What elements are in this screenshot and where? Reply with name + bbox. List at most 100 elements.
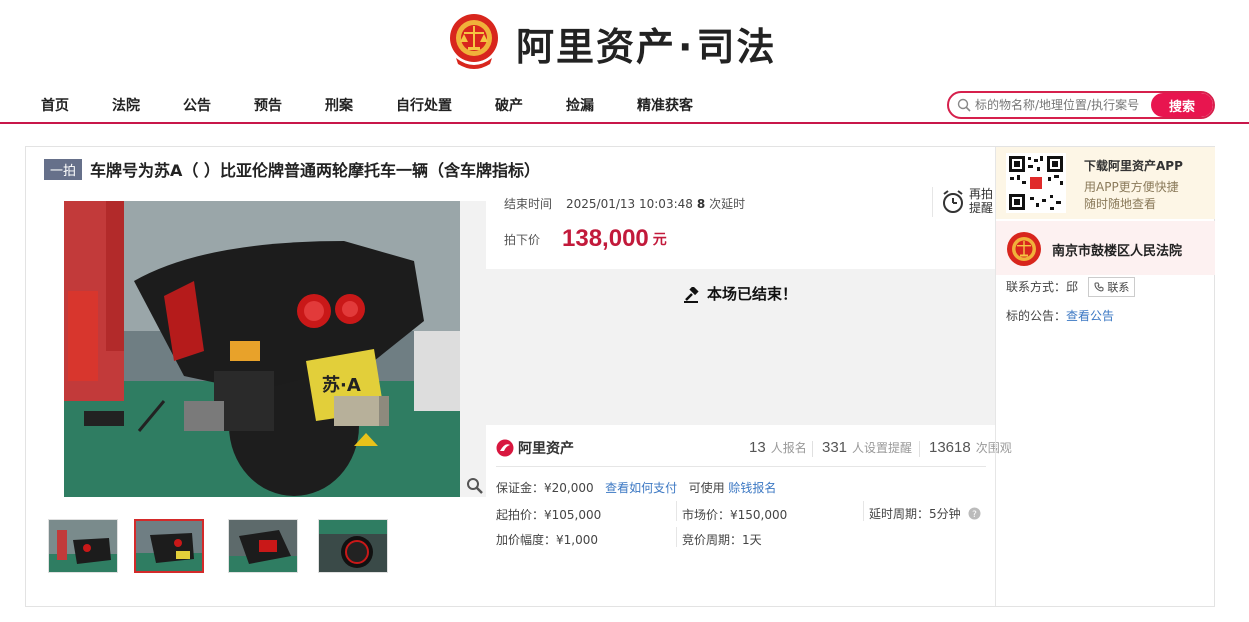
help-icon[interactable]: ? — [968, 507, 981, 520]
nav-item-bargains[interactable]: 捡漏 — [566, 95, 594, 115]
reauction-remind-button[interactable]: 再拍提醒 — [932, 187, 993, 217]
thumbnail-3[interactable] — [228, 519, 298, 573]
auction-info: 结束时间 2025/01/13 10:03:48 8 次延时 拍下价 138,000 元… — [484, 187, 996, 267]
how-to-pay-link[interactable]: 查看如何支付 — [605, 481, 677, 495]
thumbnail-2[interactable] — [134, 519, 204, 573]
court-info-box: 南京市鼓楼区人民法院 — [996, 221, 1215, 275]
logo-text-left: 阿里资产 — [516, 25, 677, 69]
app-download-desc: 用APP更方便快捷 随时随地查看 — [1084, 179, 1179, 213]
thumbnail-1[interactable] — [48, 519, 118, 573]
search-button[interactable]: 搜索 — [1151, 93, 1213, 117]
auction-title-row: 一拍 车牌号为苏A（ ）比亚伦牌普通两轮摩托车一辆（含车牌指标） — [44, 157, 540, 180]
qr-code-icon[interactable] — [1006, 153, 1066, 213]
auction-card: 一拍 车牌号为苏A（ ）比亚伦牌普通两轮摩托车一辆（含车牌指标） 苏·A 结束时… — [25, 146, 1215, 607]
bid-increment-label: 加价幅度： — [496, 533, 557, 547]
search-input[interactable] — [975, 95, 1149, 115]
start-price-value: ¥105,000 — [544, 508, 602, 522]
market-price-value: ¥150,000 — [730, 508, 788, 522]
contact-person: 邱 — [1066, 280, 1079, 294]
auction-title: 车牌号为苏A（ ）比亚伦牌普通两轮摩托车一辆（含车牌指标） — [90, 161, 540, 180]
right-sidebar: 下载阿里资产APP 用APP更方便快捷 随时随地查看 南京市鼓楼区人民法院 联系… — [995, 147, 1215, 606]
notice-label: 标的公告： — [1006, 309, 1067, 323]
view-count-value: 13618 — [929, 439, 971, 456]
notice-row: 标的公告：查看公告 — [1006, 307, 1114, 324]
final-price-row: 拍下价 138,000 元 — [504, 225, 667, 253]
deposit-row: 保证金：¥20,000 查看如何支付 可使用 赊钱报名 — [496, 479, 776, 496]
auction-round-tag: 一拍 — [44, 158, 83, 180]
delay-count: 8 — [696, 197, 706, 211]
usable-label: 可使用 — [688, 481, 725, 495]
nav-item-bankruptcy[interactable]: 破产 — [495, 95, 523, 115]
nav-item-previews[interactable]: 预告 — [254, 95, 282, 115]
detail-divider — [863, 501, 864, 521]
signup-count: 13 人报名 — [749, 439, 807, 456]
signup-count-unit: 人报名 — [770, 441, 807, 455]
start-price: 起拍价：¥105,000 — [496, 506, 601, 523]
detail-divider — [676, 501, 677, 521]
final-price-label: 拍下价 — [504, 232, 541, 247]
app-desc-line-2: 随时随地查看 — [1084, 197, 1157, 211]
app-download-box: 下载阿里资产APP 用APP更方便快捷 随时随地查看 — [996, 147, 1215, 219]
app-download-title: 下载阿里资产APP — [1084, 159, 1183, 173]
contact-label: 联系方式： — [1006, 280, 1067, 294]
auction-ended-message: 本场已结束！ — [484, 283, 996, 304]
auction-stats: 阿里资产 13 人报名 331 人设置提醒 13618 次围观 — [496, 435, 1012, 467]
contact-button[interactable]: 联系 — [1087, 277, 1136, 297]
bid-increment-value: ¥1,000 — [556, 533, 599, 547]
auction-ended-text: 本场已结束！ — [706, 285, 797, 303]
market-price-label: 市场价： — [682, 508, 731, 522]
zoom-icon[interactable] — [466, 477, 484, 495]
end-time-value: 2025/01/13 10:03:48 — [566, 197, 693, 211]
nav-item-criminal[interactable]: 刑案 — [325, 95, 353, 115]
end-time: 结束时间 2025/01/13 10:03:48 8 次延时 — [504, 195, 745, 212]
stat-divider — [919, 441, 920, 457]
price-unit: 元 — [652, 232, 667, 248]
site-logo-text: 阿里资产·司法 — [516, 16, 776, 71]
nav-item-precise-leads[interactable]: 精准获客 — [637, 95, 693, 115]
bid-cycle-label: 竞价周期： — [682, 533, 743, 547]
nav-item-courts[interactable]: 法院 — [112, 95, 140, 115]
start-price-label: 起拍价： — [496, 508, 545, 522]
market-price: 市场价：¥150,000 — [682, 506, 787, 523]
alarm-clock-icon — [943, 190, 963, 213]
license-plate-text: 苏·A — [322, 374, 361, 396]
reminder-count-value: 331 — [822, 439, 848, 456]
court-emblem-icon — [450, 14, 498, 69]
deposit-value: ¥20,000 — [544, 481, 594, 495]
bid-cycle-value: 1天 — [742, 533, 762, 547]
credit-signup-link[interactable]: 赊钱报名 — [728, 481, 776, 495]
delay-cycle: 延时周期：5分钟 ? — [869, 505, 981, 522]
view-notice-link[interactable]: 查看公告 — [1066, 309, 1114, 323]
thumbnail-4[interactable] — [318, 519, 388, 573]
logo-text-right: 司法 — [696, 25, 777, 69]
final-price-value: 138,000 — [562, 225, 649, 252]
site-header: 阿里资产·司法 — [0, 0, 1249, 86]
court-name[interactable]: 南京市鼓楼区人民法院 — [1052, 240, 1182, 259]
nav-item-self-disposal[interactable]: 自行处置 — [396, 95, 452, 115]
main-item-photo[interactable]: 苏·A — [44, 201, 486, 497]
contact-button-label: 联系 — [1107, 281, 1130, 294]
nav-item-home[interactable]: 首页 — [41, 95, 69, 115]
delay-cycle-value: 5分钟 — [929, 507, 961, 521]
detail-divider — [676, 527, 677, 547]
signup-count-value: 13 — [749, 439, 766, 456]
delay-cycle-label: 延时周期： — [869, 507, 930, 521]
search-icon — [957, 98, 971, 112]
reminder-count: 331 人设置提醒 — [822, 439, 912, 456]
search-box: 搜索 — [947, 91, 1215, 119]
auction-ended-panel: 本场已结束！ — [484, 269, 996, 425]
app-desc-line-1: 用APP更方便快捷 — [1084, 180, 1179, 194]
phone-icon — [1094, 282, 1104, 292]
deposit-label: 保证金： — [496, 481, 545, 495]
logo-separator: · — [678, 25, 695, 69]
court-emblem-icon — [1007, 232, 1041, 266]
platform-name: 阿里资产 — [518, 440, 574, 457]
end-time-label: 结束时间 — [504, 197, 553, 211]
nav-item-notices[interactable]: 公告 — [183, 95, 211, 115]
delay-text: 次延时 — [709, 197, 746, 211]
reminder-count-unit: 人设置提醒 — [852, 441, 913, 455]
motorcycle-photo: 苏·A — [44, 201, 460, 497]
bid-increment: 加价幅度：¥1,000 — [496, 531, 598, 548]
main-nav: 首页 法院 公告 预告 刑案 自行处置 破产 捡漏 精准获客 搜索 — [0, 86, 1249, 124]
stat-divider — [812, 441, 813, 457]
